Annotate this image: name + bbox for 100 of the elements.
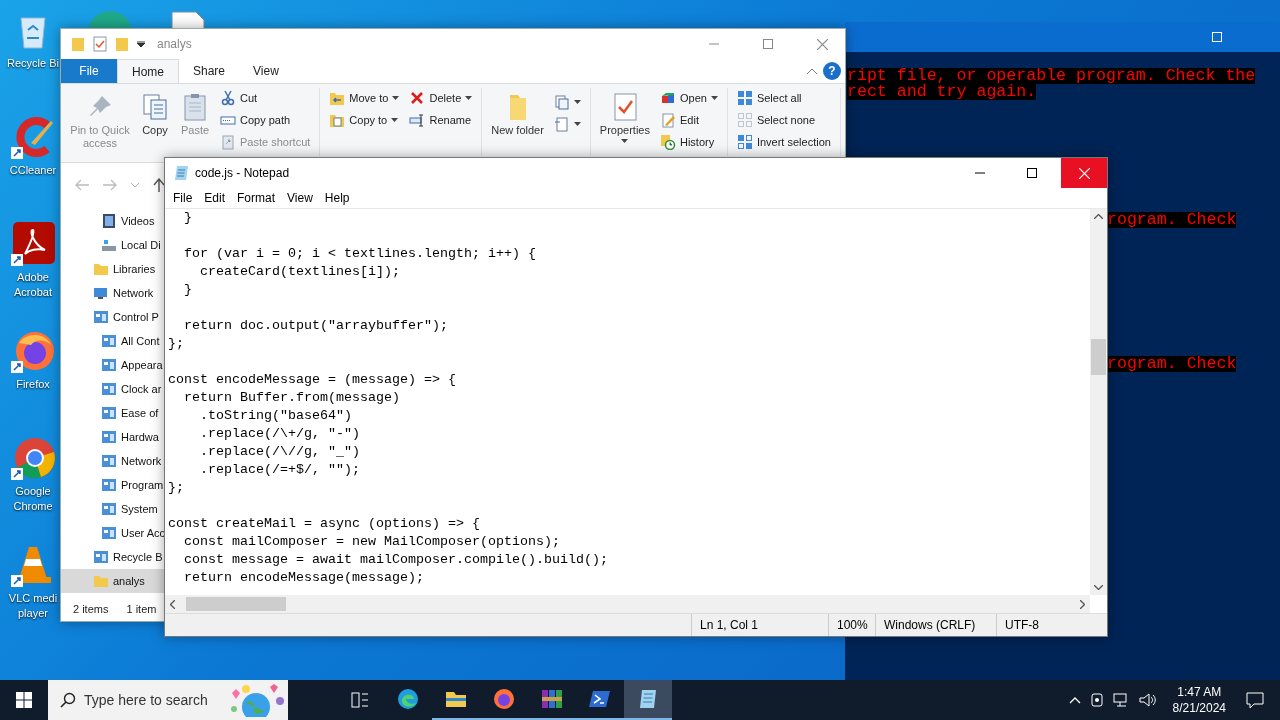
ribbon-button[interactable]: Delete — [406, 88, 476, 108]
delete-icon — [409, 90, 426, 106]
search-field[interactable]: Type here to search — [48, 680, 288, 720]
window-icon — [101, 429, 117, 445]
nav-item[interactable]: Network — [61, 281, 165, 305]
up-caret-icon — [1094, 214, 1103, 219]
scroll-thumb[interactable] — [186, 597, 286, 611]
nav-item[interactable]: Libraries — [61, 257, 165, 281]
folder-icon — [93, 261, 109, 277]
ribbon-button[interactable]: History — [657, 132, 721, 152]
up-caret-icon[interactable] — [1068, 696, 1081, 704]
pencil-icon — [660, 112, 676, 128]
status-text: Windows (CRLF) — [875, 614, 996, 636]
maximize-icon — [1212, 32, 1222, 42]
scissors-icon — [220, 90, 236, 106]
grid-icon — [736, 134, 753, 150]
menu-item[interactable]: Edit — [198, 191, 232, 205]
menu-item[interactable]: File — [167, 191, 199, 205]
flame-globe-icon — [492, 687, 516, 711]
ribbon-button[interactable]: Copy to — [326, 110, 403, 130]
folder-pages-icon — [329, 112, 346, 128]
file-tab[interactable]: File — [61, 59, 117, 83]
ribbon-button[interactable]: Select all — [733, 88, 834, 108]
ribbon-button[interactable]: Rename — [406, 110, 476, 130]
grid-icon — [736, 90, 753, 106]
page-icon — [553, 116, 570, 132]
copy-icon — [140, 92, 170, 122]
ribbon-button[interactable]: Invert selection — [733, 132, 834, 152]
window-icon — [101, 333, 117, 349]
film-icon — [101, 213, 117, 229]
status-text: 100% — [828, 614, 875, 636]
icon-label: Firefox — [16, 377, 50, 392]
device-icon[interactable] — [1088, 692, 1105, 708]
taskbar-app[interactable] — [624, 680, 672, 720]
clock-icon — [660, 134, 676, 150]
scroll-thumb[interactable] — [1091, 339, 1106, 375]
window-icon — [101, 501, 117, 517]
vertical-scrollbar[interactable] — [1090, 209, 1107, 595]
caret-icon[interactable] — [137, 41, 145, 47]
error-text: rogram. Check — [1107, 356, 1237, 372]
ribbon-tab[interactable]: View — [239, 59, 293, 83]
task-view-icon — [351, 692, 369, 708]
ribbon-button[interactable]: New folder — [488, 88, 547, 156]
icon-label: VLC medi player — [8, 591, 58, 621]
window-icon — [101, 453, 117, 469]
icon-label: Recycle Bi — [7, 56, 59, 71]
notification-icon[interactable] — [1246, 691, 1264, 709]
ribbon-button[interactable]: Copy — [137, 88, 173, 156]
window-title: code.js - Notepad — [195, 166, 290, 180]
brush-icon[interactable] — [11, 115, 55, 159]
collapse-icon[interactable] — [807, 68, 817, 74]
maximize-icon — [763, 39, 773, 49]
icon-label: CCleaner — [9, 163, 57, 178]
status-text: 2 items — [73, 603, 109, 615]
swirl-tile-icon[interactable] — [11, 222, 55, 266]
window-title: analys — [157, 37, 192, 51]
menu-item[interactable]: Format — [231, 191, 282, 205]
swirl-icon — [396, 687, 420, 711]
menu-item[interactable]: Help — [318, 191, 356, 205]
close-icon — [816, 38, 828, 50]
text-cursor-icon — [409, 112, 426, 128]
ribbon-tab[interactable]: Share — [179, 59, 240, 83]
ribbon-button[interactable]: Copy path — [217, 110, 314, 130]
window-icon — [101, 405, 117, 421]
close-icon — [1078, 167, 1090, 179]
flame-globe-icon[interactable] — [11, 329, 55, 373]
speaker-icon[interactable] — [1138, 692, 1157, 708]
nav-item[interactable]: analys — [61, 569, 165, 593]
ribbon-button[interactable]: Properties — [596, 88, 653, 156]
ribbon-button[interactable]: Cut — [217, 88, 314, 108]
ribbon-button[interactable]: Edit — [657, 110, 721, 130]
error-text: rect and try again. — [847, 84, 1037, 100]
icon-label: Adobe Acrobat — [14, 270, 52, 300]
window-icon — [101, 357, 117, 373]
text-editor[interactable]: } for (var i = 0; i < textlines.length; i++) { createCard(textlines[i]); } return doc.output("arraybuffer"); }; const encodeMessage = (message) => { return Buffer.from(message) .toString("base64") .replace(/\+/g, "-") .replace(/\//g, "_") .replace(/=+$/, ""); }; const createMail = async (options) => { const mailComposer = new MailComposer(options); const message = await mailComposer.compile().build(); return encodeMessage(message); — [165, 209, 1090, 595]
error-text: ript file, or operable program. Check the — [847, 68, 1256, 84]
browser-icon[interactable] — [11, 436, 55, 480]
up-arrow-icon[interactable] — [153, 178, 165, 192]
window-icon — [101, 525, 117, 541]
menu-item[interactable]: View — [281, 191, 319, 205]
window-icon — [101, 477, 117, 493]
ribbon-button[interactable]: Open — [657, 88, 721, 108]
nav-item[interactable]: Local Di — [61, 233, 165, 257]
monitor-icon — [93, 285, 109, 301]
ribbon-tab[interactable]: Home — [117, 59, 179, 83]
clipboard-icon — [220, 134, 236, 150]
error-text: rogram. Check — [1107, 212, 1237, 228]
ribbon-button[interactable]: Move to — [326, 88, 403, 108]
window-icon — [93, 549, 109, 565]
folder-icon — [93, 573, 109, 589]
checklist-icon[interactable] — [93, 36, 107, 52]
help-button[interactable]: ? — [823, 62, 841, 80]
ribbon-button[interactable]: Select none — [733, 110, 834, 130]
status-text: Ln 1, Col 1 — [691, 614, 828, 636]
search-placeholder: Type here to search — [84, 692, 208, 708]
notepad-icon — [173, 165, 189, 181]
folder-arrow-icon — [329, 90, 346, 106]
icon-label: Google Chrome — [13, 484, 53, 514]
horizontal-scrollbar[interactable] — [165, 595, 1090, 613]
clock[interactable]: 1:47 AM 8/21/2024 — [1164, 684, 1234, 716]
